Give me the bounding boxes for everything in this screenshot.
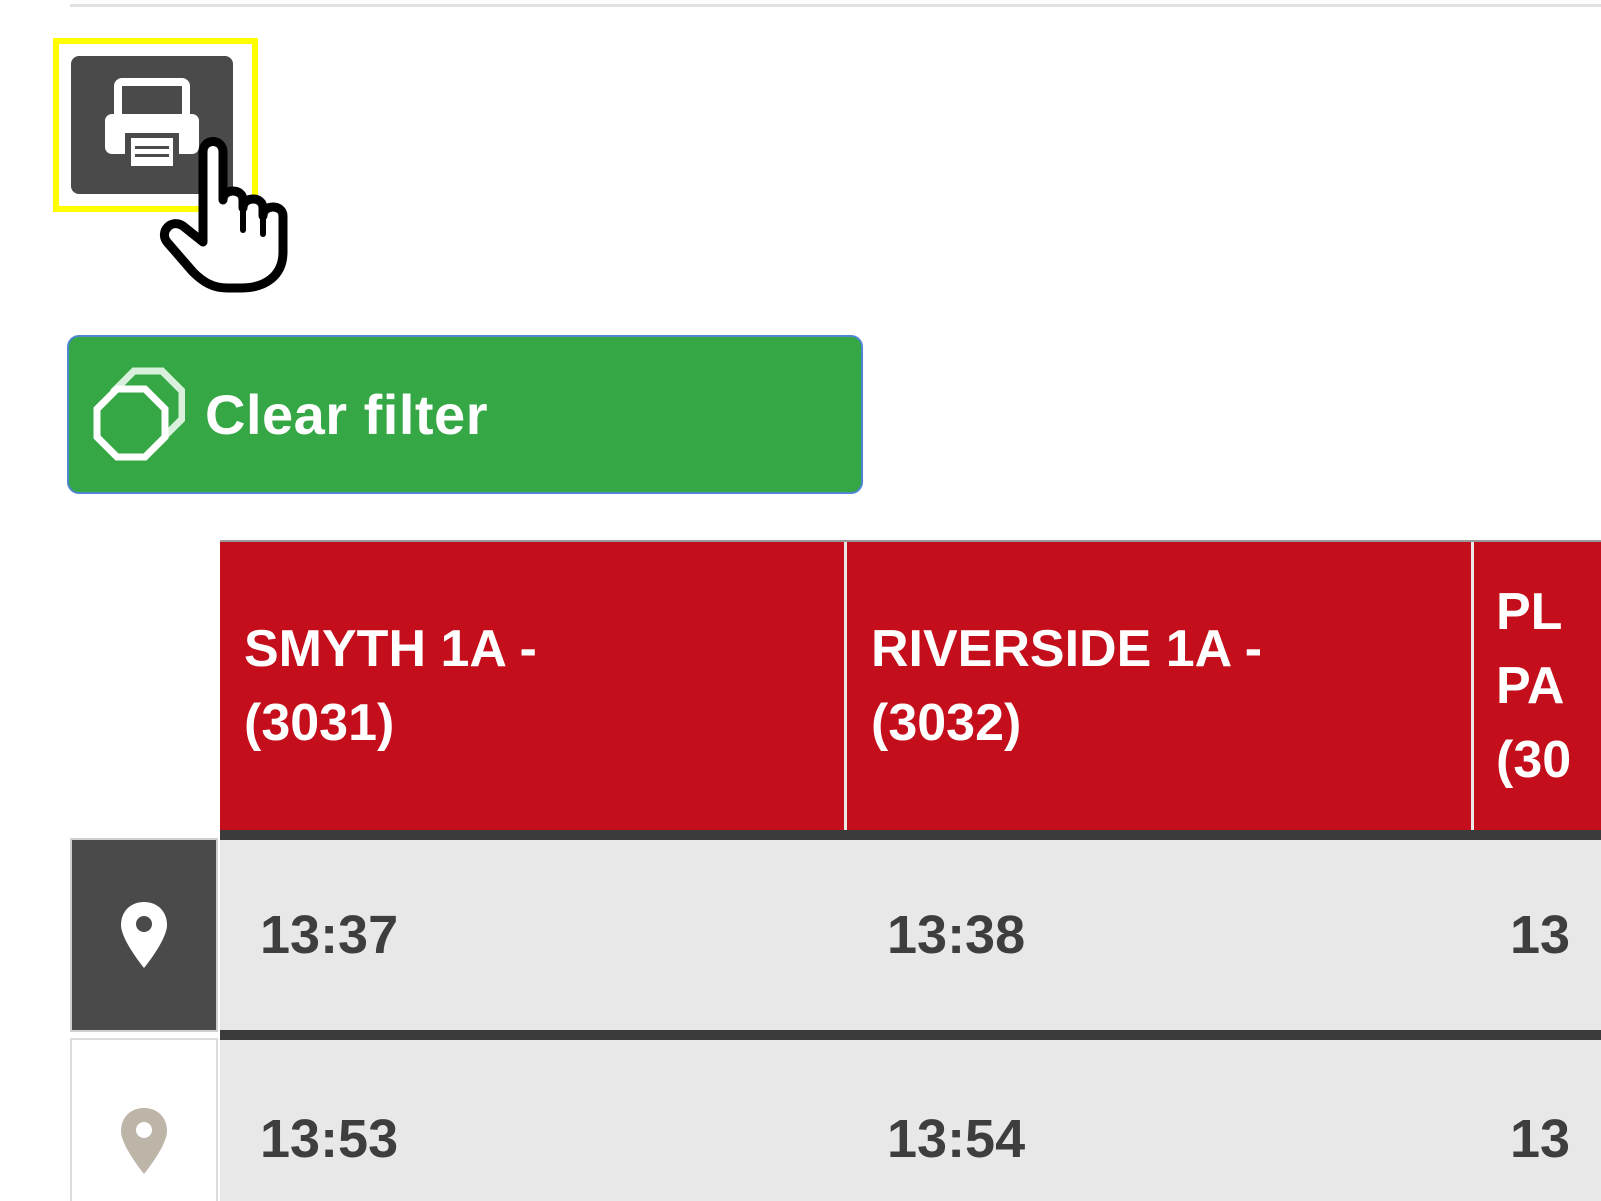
time-cell: 13:53 bbox=[260, 1108, 399, 1169]
stop-header-row: SMYTH 1A - (3031) RIVERSIDE 1A - (3032) … bbox=[220, 540, 1601, 830]
row-divider bbox=[220, 830, 1601, 840]
clear-filter-button[interactable]: Clear filter bbox=[67, 335, 863, 494]
stop-header-third[interactable]: PL PA (30 bbox=[1474, 542, 1601, 830]
stop-header-smyth[interactable]: SMYTH 1A - (3031) bbox=[220, 542, 847, 830]
octagon-stack-icon bbox=[93, 367, 185, 460]
stop-header-riverside[interactable]: RIVERSIDE 1A - (3032) bbox=[847, 542, 1474, 830]
map-pin-icon bbox=[121, 902, 167, 968]
hand-pointer-icon bbox=[159, 137, 288, 293]
time-cell: 13:37 bbox=[260, 905, 399, 965]
time-cell: 13:54 bbox=[887, 1108, 1026, 1169]
table-row[interactable]: 13:53 13:54 13 bbox=[220, 1040, 1601, 1201]
time-cell: 13 bbox=[1510, 1108, 1571, 1169]
row-divider bbox=[220, 1030, 1601, 1040]
stop-header-label: RIVERSIDE 1A - (3032) bbox=[871, 620, 1263, 752]
row-pin-button[interactable] bbox=[70, 838, 218, 1032]
row-pin-button[interactable] bbox=[70, 1038, 218, 1201]
timetable: SMYTH 1A - (3031) RIVERSIDE 1A - (3032) … bbox=[70, 540, 1601, 1201]
clear-filter-label: Clear filter bbox=[205, 383, 488, 446]
stop-header-label: PL PA (30 bbox=[1496, 583, 1572, 789]
time-cell: 13 bbox=[1510, 905, 1571, 965]
map-pin-icon bbox=[121, 1107, 167, 1174]
table-row[interactable]: 13:37 13:38 13 bbox=[220, 840, 1601, 1030]
time-cell: 13:38 bbox=[887, 905, 1026, 965]
top-divider bbox=[70, 4, 1601, 7]
stop-header-label: SMYTH 1A - (3031) bbox=[244, 620, 537, 752]
